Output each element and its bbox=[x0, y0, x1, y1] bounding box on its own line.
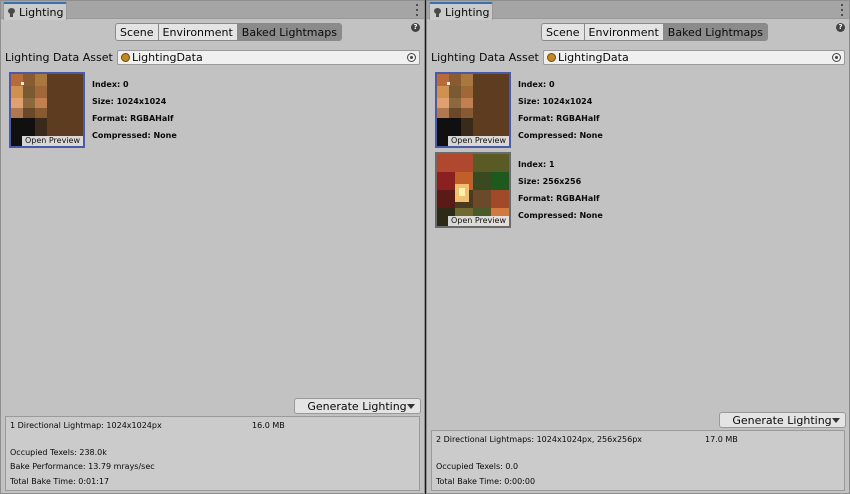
lightbulb-icon bbox=[434, 7, 441, 17]
open-preview-button[interactable]: Open Preview bbox=[447, 136, 509, 146]
lightmap-thumbnail[interactable]: Open Preview bbox=[435, 152, 511, 228]
lightmap-thumbnail[interactable]: Open Preview bbox=[435, 72, 511, 148]
environment-tab-button[interactable]: Environment bbox=[158, 24, 238, 40]
bake-performance: Bake Performance: 13.79 mrays/sec bbox=[10, 462, 155, 471]
generate-lighting-label: Generate Lighting bbox=[732, 413, 832, 427]
lightmap-entry: Open Preview Index: 0 Size: 1024x1024 Fo… bbox=[9, 72, 269, 148]
dropdown-arrow-icon[interactable] bbox=[832, 417, 840, 423]
tab-title: Lighting bbox=[19, 5, 64, 19]
asset-value: LightingData bbox=[132, 50, 203, 64]
lighting-data-asset-label: Lighting Data Asset bbox=[5, 50, 113, 64]
occupied-texels: Occupied Texels: 0.0 bbox=[436, 462, 519, 471]
bake-statistics: 1 Directional Lightmap: 1024x1024px 16.0… bbox=[5, 416, 420, 491]
total-bake-time: Total Bake Time: 0:00:00 bbox=[436, 477, 536, 486]
scene-tab-button[interactable]: Scene bbox=[116, 24, 159, 40]
lighting-data-asset-row: Lighting Data Asset LightingData bbox=[5, 49, 420, 65]
bake-statistics: 2 Directional Lightmaps: 1024x1024px, 25… bbox=[431, 430, 845, 491]
lightmap-size: Size: 1024x1024 bbox=[518, 97, 593, 106]
lightmap-compressed: Compressed: None bbox=[518, 131, 603, 140]
lighting-data-asset-field[interactable]: LightingData bbox=[117, 49, 420, 65]
occupied-texels: Occupied Texels: 238.0k bbox=[10, 448, 107, 457]
scene-tab-button[interactable]: Scene bbox=[542, 24, 585, 40]
lighting-data-asset-icon bbox=[121, 52, 130, 62]
lightmap-entry: Open Preview Index: 1 Size: 256x256 Form… bbox=[435, 152, 695, 228]
object-picker-icon[interactable] bbox=[407, 52, 416, 62]
lightmap-summary: 1 Directional Lightmap: 1024x1024px bbox=[10, 421, 162, 430]
lightbulb-icon bbox=[8, 7, 15, 17]
total-bake-time: Total Bake Time: 0:01:17 bbox=[10, 477, 110, 486]
lightmap-memory: 16.0 MB bbox=[252, 421, 285, 430]
lighting-window-right: Lighting ? Scene Environment Baked Light… bbox=[426, 0, 850, 494]
asset-value: LightingData bbox=[558, 50, 629, 64]
baked-lightmaps-tab-button[interactable]: Baked Lightmaps bbox=[663, 24, 767, 40]
lightmap-thumbnail[interactable]: Open Preview bbox=[9, 72, 85, 148]
environment-tab-button[interactable]: Environment bbox=[584, 24, 664, 40]
tab-bar: Lighting bbox=[427, 1, 849, 20]
lightmap-summary: 2 Directional Lightmaps: 1024x1024px, 25… bbox=[436, 435, 643, 444]
tab-bar: Lighting bbox=[1, 1, 424, 20]
lightmap-compressed: Compressed: None bbox=[92, 131, 177, 140]
baked-lightmaps-tab-button[interactable]: Baked Lightmaps bbox=[237, 24, 341, 40]
lightmap-info: Index: 0 Size: 1024x1024 Format: RGBAHal… bbox=[92, 76, 177, 144]
lighting-window-left: Lighting ? Scene Environment Baked Light… bbox=[0, 0, 425, 494]
generate-lighting-button[interactable]: Generate Lighting bbox=[294, 398, 421, 414]
lightmap-format: Format: RGBAHalf bbox=[518, 194, 600, 203]
lighting-data-asset-label: Lighting Data Asset bbox=[431, 50, 539, 64]
lightmap-info: Index: 0 Size: 1024x1024 Format: RGBAHal… bbox=[518, 76, 603, 144]
dropdown-arrow-icon[interactable] bbox=[407, 403, 415, 409]
lightmap-index: Index: 0 bbox=[518, 80, 555, 89]
generate-lighting-button[interactable]: Generate Lighting bbox=[719, 412, 846, 428]
lighting-data-asset-icon bbox=[547, 52, 556, 62]
lightmap-index: Index: 0 bbox=[92, 80, 129, 89]
lightmap-memory: 17.0 MB bbox=[705, 435, 738, 444]
mode-toolbar: Scene Environment Baked Lightmaps bbox=[115, 23, 342, 41]
mode-toolbar: Scene Environment Baked Lightmaps bbox=[541, 23, 768, 41]
tab-lighting[interactable]: Lighting bbox=[3, 2, 67, 20]
lightmap-size: Size: 256x256 bbox=[518, 177, 582, 186]
open-preview-button[interactable]: Open Preview bbox=[21, 136, 83, 146]
help-icon[interactable]: ? bbox=[836, 23, 845, 32]
kebab-menu-icon[interactable] bbox=[839, 4, 845, 16]
lightmap-entry: Open Preview Index: 0 Size: 1024x1024 Fo… bbox=[435, 72, 695, 148]
lightmap-size: Size: 1024x1024 bbox=[92, 97, 167, 106]
generate-lighting-label: Generate Lighting bbox=[307, 399, 407, 413]
lighting-data-asset-row: Lighting Data Asset LightingData bbox=[431, 49, 845, 65]
object-picker-icon[interactable] bbox=[832, 52, 841, 62]
help-icon[interactable]: ? bbox=[411, 23, 420, 32]
lighting-data-asset-field[interactable]: LightingData bbox=[543, 49, 845, 65]
lightmap-info: Index: 1 Size: 256x256 Format: RGBAHalf … bbox=[518, 156, 603, 224]
tab-title: Lighting bbox=[445, 5, 490, 19]
lightmap-format: Format: RGBAHalf bbox=[92, 114, 174, 123]
kebab-menu-icon[interactable] bbox=[414, 4, 420, 16]
open-preview-button[interactable]: Open Preview bbox=[447, 216, 509, 226]
lightmap-format: Format: RGBAHalf bbox=[518, 114, 600, 123]
lightmap-index: Index: 1 bbox=[518, 160, 555, 169]
tab-lighting[interactable]: Lighting bbox=[429, 2, 493, 20]
lightmap-compressed: Compressed: None bbox=[518, 211, 603, 220]
